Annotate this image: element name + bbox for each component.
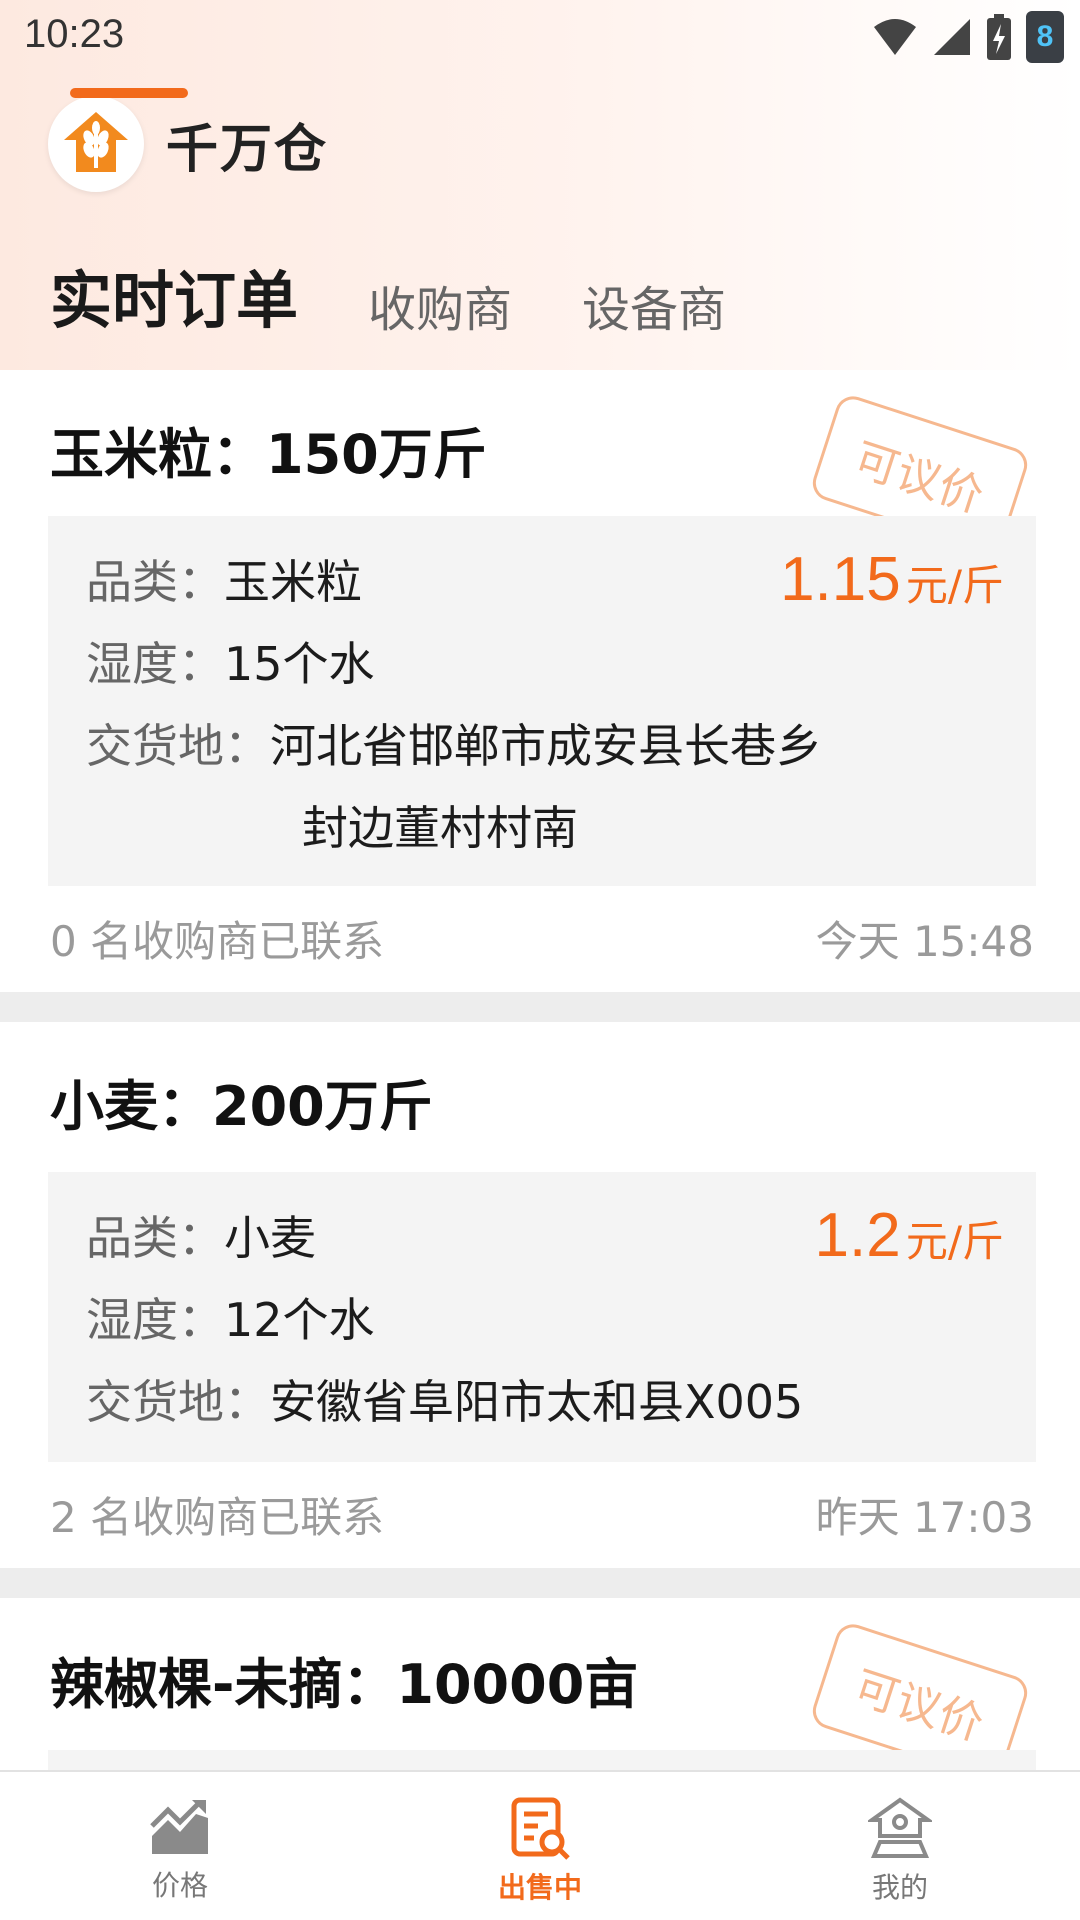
location-value: 安徽省阜阳市太和县X005: [270, 1375, 804, 1429]
moisture-value: 12个水: [224, 1293, 375, 1347]
header: 10:23 8 千万仓 实时订单 收购商 设备商: [0, 0, 1080, 370]
tab-equipment-suppliers[interactable]: 设备商: [582, 270, 726, 340]
order-search-icon: [511, 1797, 570, 1860]
tab-indicator: [70, 88, 188, 98]
brand: 千万仓: [48, 96, 328, 192]
price-unit: 元/斤: [905, 1217, 1004, 1266]
moisture-row: 湿度：12个水: [86, 1284, 375, 1350]
stamp-text: 可议价: [847, 1661, 990, 1751]
order-price: 1.15 元/斤: [780, 544, 1004, 615]
price-value: 1.2: [814, 1201, 901, 1270]
order-list[interactable]: 玉米粒：150万斤 可议价 品类：玉米粒 1.15 元/斤 湿度：15个水 交货…: [0, 370, 1080, 1898]
nav-label-mine: 我的: [871, 1871, 928, 1904]
app-logo: [48, 96, 144, 192]
order-title: 小麦：200万斤: [50, 1075, 433, 1138]
location-row: 交货地：河北省邯郸市成安县长巷乡: [86, 710, 822, 776]
tab-buyers[interactable]: 收购商: [368, 270, 512, 340]
order-card[interactable]: 小麦：200万斤 品类：小麦 1.2 元/斤 湿度：12个水 交货地：安徽省阜阳…: [0, 1022, 1080, 1568]
category-value: 小麦: [224, 1211, 316, 1265]
cell-signal-icon: [934, 19, 970, 55]
contacted-buyers-count: 0 名收购商已联系: [50, 917, 385, 966]
moisture-label: 湿度：: [86, 637, 224, 691]
price-value: 1.15: [780, 545, 901, 614]
location-label: 交货地：: [86, 1375, 270, 1429]
order-details: 品类：小麦 1.2 元/斤 湿度：12个水 交货地：安徽省阜阳市太和县X005: [48, 1172, 1036, 1462]
chart-trend-icon: [150, 1800, 208, 1854]
tab-realtime-orders[interactable]: 实时订单: [50, 250, 298, 340]
contacted-buyers-count: 2 名收购商已联系: [50, 1493, 385, 1542]
app-screen: 10:23 8 千万仓 实时订单 收购商 设备商 玉米粒：150万斤 可议价 品…: [0, 0, 1080, 1920]
order-time: 昨天 17:03: [815, 1493, 1034, 1542]
moisture-row: 湿度：15个水: [86, 628, 375, 694]
bottom-nav: 价格 出售中 我的: [0, 1770, 1080, 1920]
order-time: 今天 15:48: [815, 917, 1034, 966]
warehouse-user-icon: [868, 1797, 932, 1858]
location-label: 交货地：: [86, 719, 270, 773]
wifi-icon: [874, 19, 916, 55]
nav-label-price: 价格: [151, 1869, 208, 1902]
nav-item-price[interactable]: 价格: [0, 1772, 360, 1920]
category-row: 品类：玉米粒: [86, 546, 362, 612]
category-value: 玉米粒: [224, 555, 362, 609]
price-unit: 元/斤: [905, 561, 1004, 610]
notification-badge: 8: [1026, 11, 1064, 63]
location-value: 河北省邯郸市成安县长巷乡: [270, 719, 822, 773]
order-price: 1.2 元/斤: [815, 1200, 1004, 1271]
moisture-label: 湿度：: [86, 1293, 224, 1347]
notification-count: 8: [1036, 20, 1054, 53]
status-icons: 8: [872, 10, 1064, 64]
order-title: 辣椒棵-未摘：10000亩: [50, 1653, 639, 1716]
nav-item-on-sale[interactable]: 出售中: [360, 1772, 720, 1920]
category-label: 品类：: [86, 555, 224, 609]
nav-label-on-sale: 出售中: [497, 1871, 582, 1904]
nav-item-mine[interactable]: 我的: [720, 1772, 1080, 1920]
tab-bar: 实时订单 收购商 设备商: [50, 250, 726, 340]
order-details: 品类：玉米粒 1.15 元/斤 湿度：15个水 交货地：河北省邯郸市成安县长巷乡…: [48, 516, 1036, 886]
category-label: 品类：: [86, 1211, 224, 1265]
moisture-value: 15个水: [224, 637, 375, 691]
location-value-line2: 封边董村村南: [302, 801, 578, 855]
order-card[interactable]: 玉米粒：150万斤 可议价 品类：玉米粒 1.15 元/斤 湿度：15个水 交货…: [0, 370, 1080, 992]
category-row: 品类：小麦: [86, 1202, 316, 1268]
status-bar: 10:23 8: [0, 0, 1080, 72]
app-name: 千万仓: [166, 119, 329, 180]
status-time: 10:23: [24, 12, 125, 56]
order-title: 玉米粒：150万斤: [50, 423, 487, 486]
location-row: 交货地：安徽省阜阳市太和县X005: [86, 1366, 803, 1432]
battery-charging-icon: [987, 14, 1011, 60]
house-wheat-icon: [64, 112, 128, 172]
stamp-text: 可议价: [847, 433, 990, 523]
